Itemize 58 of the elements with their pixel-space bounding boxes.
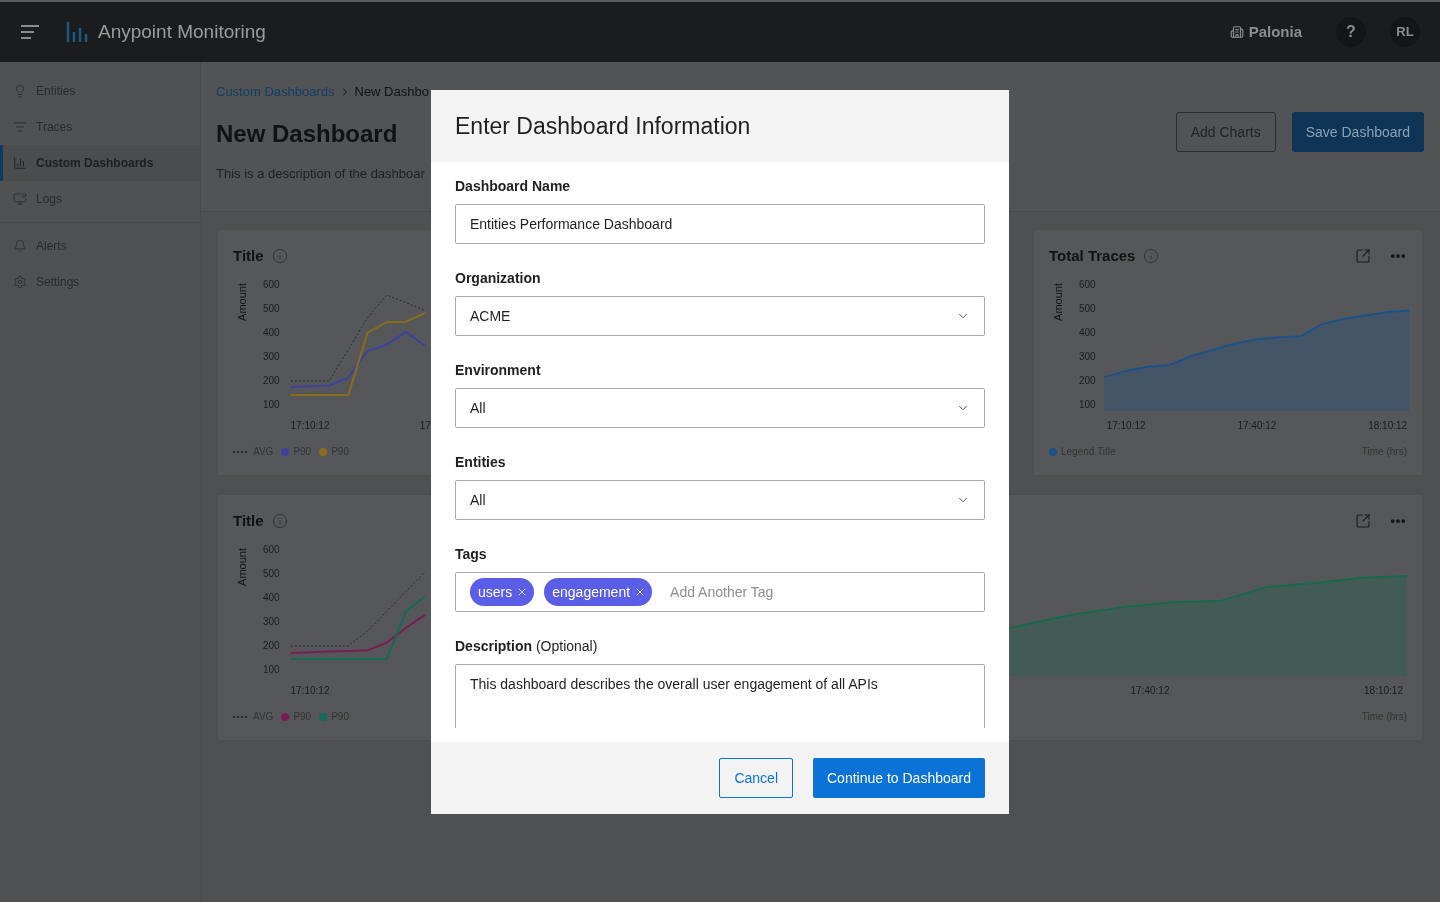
select-field[interactable]: ACME xyxy=(455,296,985,336)
tick-label: 400 xyxy=(1079,327,1096,338)
text-field[interactable]: Entities Performance Dashboard xyxy=(455,204,985,244)
tick-label: 18:10:12 xyxy=(1368,420,1408,431)
settings-icon xyxy=(13,275,27,289)
card-title: Title xyxy=(233,245,264,266)
card-title: Title xyxy=(233,510,264,531)
building-icon xyxy=(1229,25,1244,39)
tick-label: 17:10:12 xyxy=(290,685,330,696)
page-title: New Dashboard xyxy=(216,118,398,149)
monitor-icon xyxy=(13,192,27,206)
tag-field[interactable]: users engagement Add Another Tag xyxy=(455,572,985,612)
tick-label: 17:40:12 xyxy=(1130,685,1170,696)
field-label: Tags xyxy=(455,545,488,564)
tick-label: 17 xyxy=(419,420,431,431)
bar-chart-icon xyxy=(13,156,27,170)
tick-label: 17:10:12 xyxy=(1106,420,1146,431)
save-button[interactable]: Save Dashboard xyxy=(1291,112,1424,152)
continue-button[interactable]: Continue to Dashboard xyxy=(813,758,985,798)
bar-chart-logo-icon xyxy=(66,22,88,42)
field-label: Environment xyxy=(455,361,542,380)
card-title: Total Traces xyxy=(1049,245,1136,266)
lightbulb-icon xyxy=(13,84,27,98)
tick-label: 17:40:12 xyxy=(1237,420,1277,431)
tick-label: 18:10:12 xyxy=(1364,685,1403,696)
field-label: Dashboard Name xyxy=(455,177,572,196)
expand-icon[interactable] xyxy=(1355,513,1371,529)
info-icon[interactable] xyxy=(271,513,288,529)
breadcrumb-current: New Dashbo xyxy=(354,83,429,101)
app-title: Anypoint Monitoring xyxy=(98,19,266,44)
field-label: Entities xyxy=(455,453,507,472)
dialog-title: Enter Dashboard Information xyxy=(455,111,751,141)
tag-input[interactable]: Add Another Tag xyxy=(670,581,970,603)
bell-icon xyxy=(13,239,27,253)
help-button[interactable]: ? xyxy=(1336,17,1366,47)
cancel-button[interactable]: Cancel xyxy=(719,758,793,798)
menu-icon[interactable] xyxy=(20,24,40,40)
org-name[interactable]: Palonia xyxy=(1248,20,1302,44)
field-label: Description (Optional) xyxy=(455,637,599,656)
user-avatar[interactable]: RL xyxy=(1390,17,1420,47)
select-field[interactable]: All xyxy=(455,388,985,428)
axis-title: Amount xyxy=(236,283,248,321)
axis-title: Amount xyxy=(236,548,248,586)
select-field[interactable]: All xyxy=(455,480,985,520)
tick-label: 17:10:12 xyxy=(290,420,330,431)
tick-label: 400 xyxy=(263,592,280,603)
info-icon[interactable] xyxy=(271,248,288,264)
tick-label: 300 xyxy=(263,616,280,627)
axis-title: Amount xyxy=(1052,283,1064,321)
tick-label: 400 xyxy=(263,327,280,338)
field-label: Organization xyxy=(455,269,542,288)
tag-chip[interactable]: engagement xyxy=(544,578,653,606)
tick-label: 300 xyxy=(263,351,280,362)
description-field[interactable]: This dashboard describes the overall user engagement of all APIs xyxy=(455,664,985,728)
info-icon[interactable] xyxy=(1143,248,1160,264)
tag-chip[interactable]: users xyxy=(470,578,535,606)
tick-label: 300 xyxy=(1079,351,1096,362)
expand-icon[interactable] xyxy=(1355,248,1371,264)
